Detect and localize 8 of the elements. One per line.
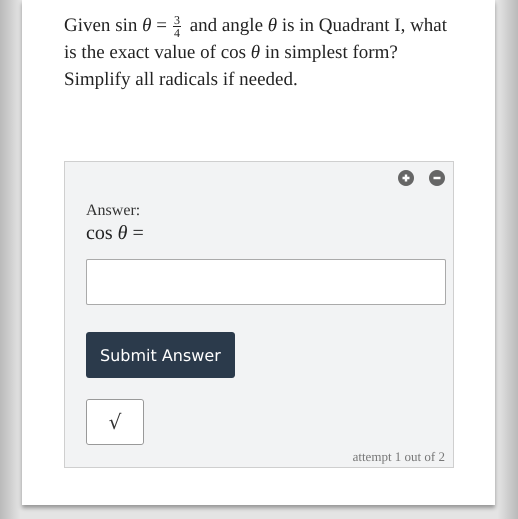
plus-icon[interactable] [398, 170, 414, 186]
answer-field[interactable] [86, 259, 446, 306]
answer-label: Answer: [86, 202, 140, 220]
attempt-counter: attempt 1 out of 2 [352, 449, 445, 466]
answer-prompt: cos θ = [86, 222, 144, 246]
minus-icon[interactable] [429, 170, 445, 186]
square-root-button[interactable]: √ [86, 399, 144, 446]
submit-button[interactable]: Submit Answer [86, 332, 235, 378]
